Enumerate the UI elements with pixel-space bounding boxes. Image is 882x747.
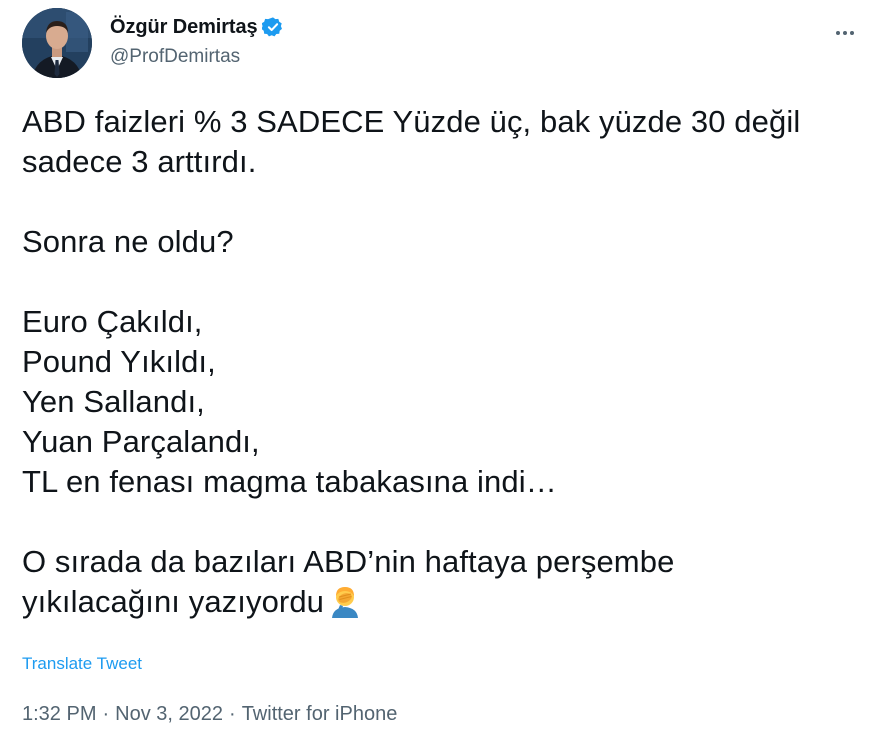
tweet-line: Yuan Parçalandı, [22,424,260,459]
translate-tweet-link[interactable]: Translate Tweet [22,654,142,674]
meta-separator: · [102,703,110,725]
tweet-line: Sonra ne oldu? [22,224,234,259]
tweet-text: ABD faizleri % 3 SADECE Yüzde üç, bak yü… [22,102,872,622]
tweet-header: Özgür Demirtaş @ProfDemirtas [22,8,862,78]
tweet-source[interactable]: Twitter for iPhone [242,703,398,726]
avatar[interactable] [22,8,92,78]
tweet-card: Özgür Demirtaş @ProfDemirtas ABD faizler… [0,0,882,747]
display-name-row: Özgür Demirtaş [110,14,284,40]
tweet-line: Euro Çakıldı, [22,304,203,339]
tweet-metadata: 1:32 PM · Nov 3, 2022 · Twitter for iPho… [22,703,397,726]
tweet-line: yıkılacağını yazıyordu [22,584,325,619]
more-options-icon[interactable] [830,18,860,48]
tweet-time[interactable]: 1:32 PM [22,703,96,726]
tweet-line: TL en fenası magma tabakasına indi… [22,464,557,499]
facepalm-emoji-icon [328,584,362,618]
meta-separator: · [229,703,236,725]
verified-badge-icon [260,16,284,38]
tweet-line: ABD faizleri % 3 SADECE Yüzde üç, bak yü… [22,104,801,139]
tweet-line: Yen Sallandı, [22,384,205,419]
tweet-line: O sırada da bazıları ABD’nin haftaya per… [22,544,675,579]
tweet-line: sadece 3 arttırdı. [22,144,257,179]
display-name[interactable]: Özgür Demirtaş [110,16,258,39]
tweet-date[interactable]: Nov 3, 2022 [115,703,223,726]
tweet-line: Pound Yıkıldı, [22,344,216,379]
author-names: Özgür Demirtaş @ProfDemirtas [110,14,284,68]
handle[interactable]: @ProfDemirtas [110,46,284,68]
tweet-line-with-emoji: yıkılacağını yazıyordu [22,582,872,622]
avatar-photo [22,8,92,78]
